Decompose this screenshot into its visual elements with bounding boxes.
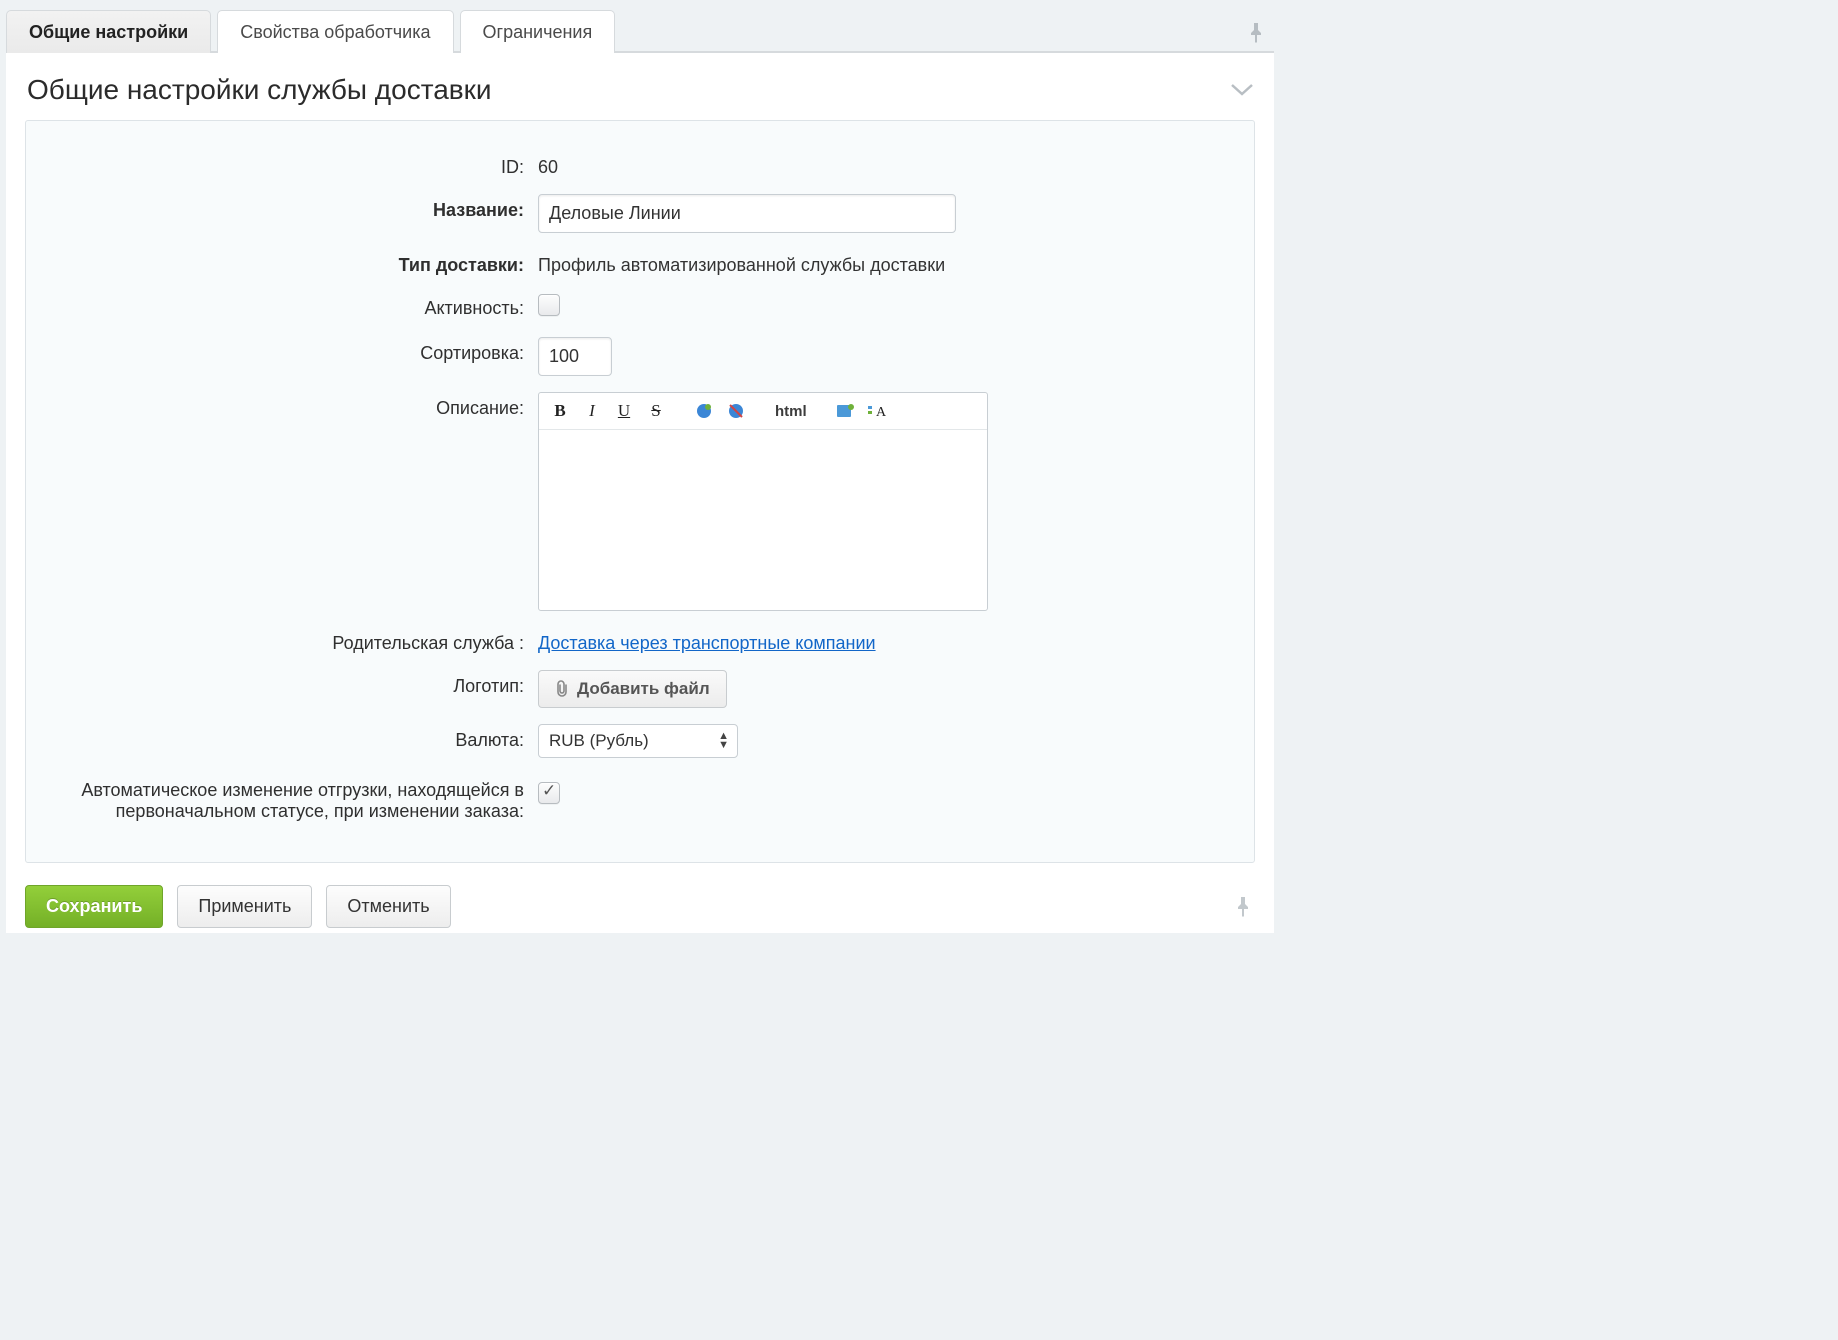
currency-select[interactable]: RUB (Рубль) ▲▼ <box>538 724 738 758</box>
collapse-icon[interactable] <box>1231 83 1253 97</box>
delivery-type-label: Тип доставки: <box>48 249 538 276</box>
description-textarea[interactable] <box>539 430 987 610</box>
currency-selected-value: RUB (Рубль) <box>549 731 649 751</box>
tab-handler[interactable]: Свойства обработчика <box>217 10 453 53</box>
description-editor: B I U S html <box>538 392 988 611</box>
actions-bar: Сохранить Применить Отменить <box>7 881 1273 932</box>
parent-label: Родительская служба : <box>48 627 538 654</box>
apply-button[interactable]: Применить <box>177 885 312 928</box>
name-input[interactable] <box>538 194 956 233</box>
auto-change-checkbox[interactable] <box>538 782 560 804</box>
tab-restrictions[interactable]: Ограничения <box>460 10 616 53</box>
add-file-label: Добавить файл <box>577 679 710 699</box>
tab-general[interactable]: Общие настройки <box>6 10 211 53</box>
parent-service-link[interactable]: Доставка через транспортные компании <box>538 633 876 653</box>
description-label: Описание: <box>48 392 538 419</box>
active-checkbox[interactable] <box>538 294 560 316</box>
id-label: ID: <box>48 151 538 178</box>
svg-text:A: A <box>876 405 887 419</box>
unlink-icon[interactable] <box>725 401 747 421</box>
editor-toolbar: B I U S html <box>539 393 987 430</box>
id-value: 60 <box>538 151 558 178</box>
sort-label: Сортировка: <box>48 337 538 364</box>
pin-icon[interactable] <box>1248 23 1274 51</box>
save-button[interactable]: Сохранить <box>25 885 163 928</box>
link-icon[interactable] <box>693 401 715 421</box>
pin-icon-bottom[interactable] <box>1235 897 1255 917</box>
text-format-icon[interactable]: A <box>867 401 889 421</box>
sort-input[interactable] <box>538 337 612 376</box>
select-arrows-icon: ▲▼ <box>718 732 729 750</box>
currency-label: Валюта: <box>48 724 538 751</box>
tabs-bar: Общие настройки Свойства обработчика Огр… <box>6 8 1274 53</box>
active-label: Активность: <box>48 292 538 319</box>
auto-change-label: Автоматическое изменение отгрузки, наход… <box>48 774 538 822</box>
settings-panel: Общие настройки службы доставки ID: 60 Н… <box>6 53 1274 933</box>
panel-title: Общие настройки службы доставки <box>27 74 492 106</box>
paperclip-icon <box>555 680 569 698</box>
image-icon[interactable] <box>835 401 857 421</box>
name-label: Название: <box>48 194 538 221</box>
italic-icon[interactable]: I <box>581 401 603 421</box>
strike-icon[interactable]: S <box>645 401 667 421</box>
logo-label: Логотип: <box>48 670 538 697</box>
delivery-type-value: Профиль автоматизированной службы достав… <box>538 249 945 276</box>
add-file-button[interactable]: Добавить файл <box>538 670 727 708</box>
bold-icon[interactable]: B <box>549 401 571 421</box>
form-body: ID: 60 Название: Тип доставки: Профиль а… <box>25 120 1255 863</box>
html-icon[interactable]: html <box>773 401 809 421</box>
underline-icon[interactable]: U <box>613 401 635 421</box>
cancel-button[interactable]: Отменить <box>326 885 450 928</box>
